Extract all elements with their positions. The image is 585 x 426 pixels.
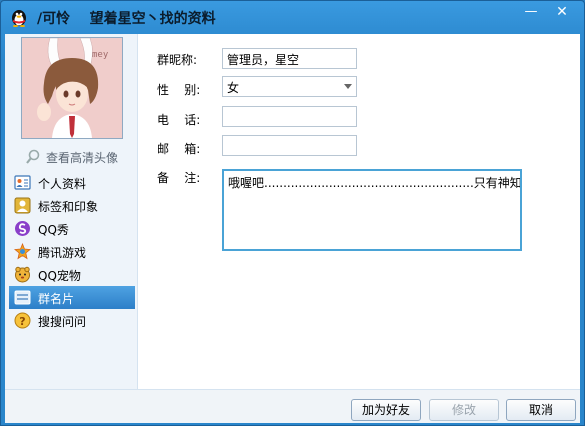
sidebar-item-games[interactable]: 腾讯游戏 — [9, 240, 135, 263]
nickname-field[interactable]: 管理员，星空 — [222, 48, 357, 69]
email-field[interactable] — [222, 135, 357, 156]
sidebar-item-soso-wenwen[interactable]: ? 搜搜问问 — [9, 309, 135, 332]
phone-label: 电 话: — [157, 113, 201, 127]
question-icon: ? — [14, 312, 31, 329]
close-button[interactable]: ✕ — [548, 3, 576, 21]
modify-button[interactable]: 修改 — [429, 399, 499, 421]
qq-show-icon — [15, 221, 30, 236]
avatar[interactable]: mey — [21, 37, 123, 139]
avatar-watermark: mey — [92, 50, 109, 60]
cancel-button[interactable]: 取消 — [506, 399, 576, 421]
sidebar-item-pet[interactable]: QQ宠物 — [9, 263, 135, 286]
view-hd-avatar-link[interactable]: 查看高清头像 — [25, 148, 129, 166]
gender-select[interactable]: 女 — [222, 76, 357, 97]
sidebar-item-label: QQ宠物 — [38, 269, 81, 283]
sidebar-item-qq-show[interactable]: QQ秀 — [9, 217, 135, 240]
pet-icon — [15, 266, 30, 283]
tag-icon — [14, 197, 31, 214]
view-hd-avatar-label: 查看高清头像 — [46, 151, 119, 165]
sidebar-item-label: 群名片 — [38, 292, 75, 306]
phone-field[interactable] — [222, 106, 357, 127]
window-title: /可怜 望着星空丶找的资料 — [37, 11, 216, 27]
sidebar-item-label: 搜搜问问 — [38, 315, 87, 329]
games-icon — [14, 243, 31, 260]
nickname-label: 群昵称: — [157, 53, 198, 67]
sidebar-item-profile[interactable]: 个人资料 — [9, 171, 135, 194]
sidebar-item-tags[interactable]: 标签和印象 — [9, 194, 135, 217]
profile-window: /可怜 望着星空丶找的资料 — ✕ mey 查看高清头像 个人资料 标签和印象 … — [0, 0, 585, 426]
email-label: 邮 箱: — [157, 142, 201, 156]
notes-label: 备 注: — [157, 171, 201, 185]
sidebar-nav: 个人资料 标签和印象 QQ秀 腾讯游戏 QQ宠物 群名片 ? 搜搜问问 — [9, 171, 135, 332]
notes-textarea[interactable]: 哦喔吧.....................................… — [222, 169, 522, 251]
svg-text:?: ? — [19, 315, 25, 328]
sidebar-item-label: 个人资料 — [38, 177, 87, 191]
group-card-icon — [14, 290, 31, 305]
qq-penguin-icon — [12, 10, 26, 27]
title-bar[interactable]: /可怜 望着星空丶找的资料 — ✕ — [1, 1, 584, 33]
sidebar-item-group-card[interactable]: 群名片 — [9, 286, 135, 309]
sidebar-item-label: 腾讯游戏 — [38, 246, 87, 260]
sidebar-item-label: QQ秀 — [38, 223, 69, 237]
profile-card-icon — [14, 175, 31, 190]
chevron-down-icon — [344, 84, 352, 89]
gender-label: 性 别: — [157, 83, 201, 97]
magnifier-icon — [26, 149, 40, 164]
sidebar-item-label: 标签和印象 — [38, 200, 99, 214]
add-friend-button[interactable]: 加为好友 — [351, 399, 421, 421]
minimize-button[interactable]: — — [517, 3, 545, 21]
gender-value: 女 — [227, 81, 240, 95]
